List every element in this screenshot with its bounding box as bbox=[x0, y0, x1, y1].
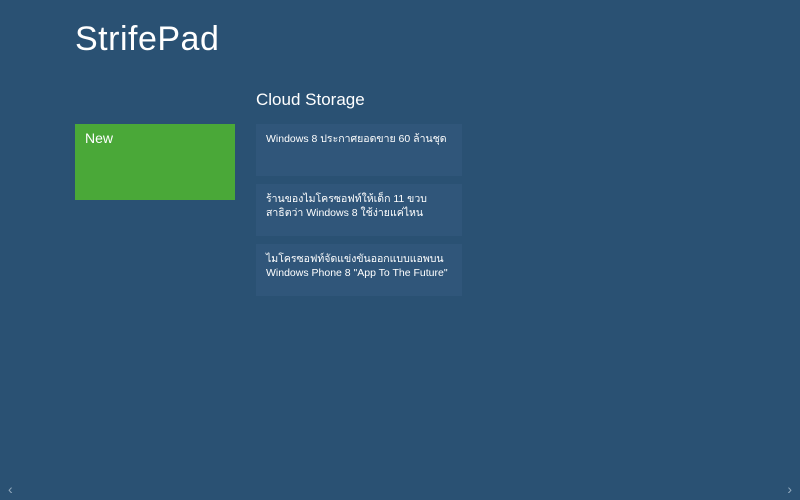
cloud-storage-list: Windows 8 ประกาศยอดขาย 60 ล้านชุด ร้านขอ… bbox=[256, 124, 462, 304]
chevron-left-icon[interactable]: ‹ bbox=[8, 482, 13, 496]
new-tile-label: New bbox=[85, 130, 113, 146]
list-item[interactable]: Windows 8 ประกาศยอดขาย 60 ล้านชุด bbox=[256, 124, 462, 176]
list-item[interactable]: ร้านของไมโครซอฟท์ให้เด็ก 11 ขวบสาธิตว่า … bbox=[256, 184, 462, 236]
list-item[interactable]: ไมโครซอฟท์จัดแข่งขันออกแบบแอพบน Windows … bbox=[256, 244, 462, 296]
app-title: StrifePad bbox=[75, 20, 219, 59]
chevron-right-icon[interactable]: › bbox=[787, 482, 792, 496]
list-item-title: ร้านของไมโครซอฟท์ให้เด็ก 11 ขวบสาธิตว่า … bbox=[266, 193, 427, 219]
list-item-title: Windows 8 ประกาศยอดขาย 60 ล้านชุด bbox=[266, 133, 447, 145]
new-tile[interactable]: New bbox=[75, 124, 235, 200]
section-title-cloud-storage: Cloud Storage bbox=[256, 90, 365, 110]
list-item-title: ไมโครซอฟท์จัดแข่งขันออกแบบแอพบน Windows … bbox=[266, 253, 448, 279]
